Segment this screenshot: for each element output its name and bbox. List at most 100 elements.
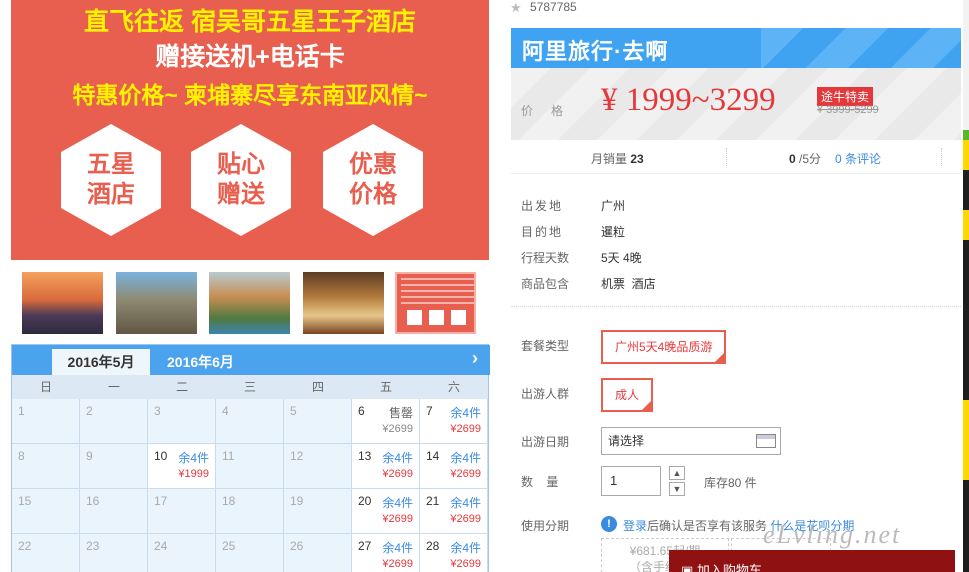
crowd-label: 出游人群 [521,387,570,401]
installment-label: 使用分期 [521,519,570,533]
calendar-day: 2 [80,399,148,444]
calendar-icon[interactable] [756,434,776,448]
increase-button[interactable]: ▲ [669,466,685,480]
calendar-day[interactable]: 6 售罄 ¥2699 [352,399,420,444]
cart-icon: ▣ [681,563,697,572]
thumbnail-text-lines [401,278,474,304]
calendar-day: 12 [284,444,352,489]
calendar-day[interactable]: 21 余4件 ¥2699 [420,489,488,534]
info-icon: ! [601,516,617,532]
package-option[interactable]: 广州5天4晚品质游 [601,330,727,364]
detail-label: 出发地 [521,199,564,213]
calendar-day: 15 [12,489,80,534]
day-number: 6 [358,404,365,418]
detail-label: 行程天数 [521,251,570,265]
calendar-day: 8 [12,444,80,489]
login-link[interactable]: 登录 [623,519,647,533]
weekday-header: 二 [148,375,216,399]
price-box: 价格 ¥ 1999~3299 途牛特卖 ¥ 3999-5299 [511,68,961,140]
date-select[interactable]: 请选择 [601,427,781,455]
day-number: 1 [18,404,25,418]
divider [726,148,727,166]
calendar-day: 16 [80,489,148,534]
calendar-day: 9 [80,444,148,489]
calendar-day: 11 [216,444,284,489]
add-to-cart-button[interactable]: ▣ 加入购物车 [669,550,955,572]
thumbnail-5[interactable] [395,272,476,334]
calendar-header: 2016年5月 2016年6月 › [12,345,490,375]
calendar-day[interactable]: 10 余4件 ¥1999 [148,444,216,489]
brand-bar: 阿里旅行·去啊 [511,28,961,68]
check-corner-icon [642,401,652,410]
monthly-sales: 月销量 23 [591,150,644,167]
day-number: 19 [290,494,304,508]
day-number: 22 [18,539,32,553]
product-panel: ★ 5787785 阿里旅行·去啊 价格 ¥ 1999~3299 途牛特卖 ¥ … [509,0,963,572]
quantity-input[interactable]: 1 [601,466,661,496]
day-number: 7 [426,404,433,418]
day-number: 16 [86,494,100,508]
thumbnail-3[interactable] [209,272,290,334]
day-price: ¥2699 [450,423,481,435]
day-stock: 余4件 [382,496,413,510]
weekday-header: 五 [352,375,420,399]
divider [941,148,942,166]
crowd-option-text: 成人 [615,388,640,402]
departure-calendar: 2016年5月 2016年6月 › 日一二三四五六 1 2 3 4 5 6 售罄 ¥2699 7 余… [11,344,490,572]
day-price: ¥2699 [382,468,413,480]
day-number: 10 [154,449,168,463]
watermark: eLvling.net [763,520,902,549]
reviews-link[interactable]: 0 条评论 [835,150,881,167]
thumbnail-strip [11,262,489,344]
brand-pattern [761,28,961,68]
day-number: 11 [222,449,235,463]
decrease-button[interactable]: ▼ [669,482,685,496]
day-price: ¥2699 [450,558,481,570]
star-icon[interactable]: ★ [510,0,522,16]
calendar-day[interactable]: 7 余4件 ¥2699 [420,399,488,444]
thumbnail-2[interactable] [116,272,197,334]
day-number: 25 [222,539,236,553]
weekday-header: 六 [420,375,488,399]
calendar-day: 4 [216,399,284,444]
tab-month-may[interactable]: 2016年5月 [52,349,150,375]
promo-banner[interactable]: 直飞往返 宿吴哥五星王子酒店 赠接送机+电话卡 特惠价格~ 柬埔寨尽享东南亚风情… [11,0,489,260]
detail-value: 广州 [601,199,626,213]
day-number: 24 [154,539,168,553]
calendar-day[interactable]: 28 余4件 ¥2699 [420,534,488,572]
page: 直飞往返 宿吴哥五星王子酒店 赠接送机+电话卡 特惠价格~ 柬埔寨尽享东南亚风情… [0,0,969,572]
hex-badge-hotel: 五星 酒店 [61,124,161,236]
day-stock: 余4件 [450,451,481,465]
calendar-day[interactable]: 20 余4件 ¥2699 [352,489,420,534]
original-price: ¥ 3999-5299 [817,104,879,116]
detail-value: 机票 酒店 [601,277,656,291]
weekday-header: 三 [216,375,284,399]
tab-month-june[interactable]: 2016年6月 [167,349,234,375]
stock-text: 库存80 件 [704,476,757,490]
detail-value: 暹粒 [601,225,626,239]
brand-title: 阿里旅行·去啊 [522,39,669,64]
chevron-right-icon[interactable]: › [472,348,478,369]
calendar-day[interactable]: 27 余4件 ¥2699 [352,534,420,572]
sales-label: 月销量 [591,152,628,166]
price-value: ¥ 1999~3299 [601,82,776,118]
calendar-day[interactable]: 13 余4件 ¥2699 [352,444,420,489]
installment-hint: 后确认是否享有该服务 [647,519,768,533]
calendar-day[interactable]: 14 余4件 ¥2699 [420,444,488,489]
calendar-day: 23 [80,534,148,572]
thumbnail-4[interactable] [303,272,384,334]
crowd-option[interactable]: 成人 [601,378,654,412]
calendar-day: 3 [148,399,216,444]
sales-count: 23 [630,152,644,166]
detail-value: 5天 4晚 [601,251,642,265]
product-id: 5787785 [530,0,577,14]
day-price: ¥2699 [382,423,413,435]
day-stock: 售罄 [388,406,413,420]
rating-value: 0 [789,152,796,166]
package-label: 套餐类型 [521,339,570,353]
thumbnail-1[interactable] [22,272,103,334]
stats-bar: 月销量 23 0 /5分 0 条评论 [511,140,961,174]
day-number: 26 [290,539,304,553]
day-number: 13 [358,449,372,463]
day-stock: 余4件 [450,496,481,510]
